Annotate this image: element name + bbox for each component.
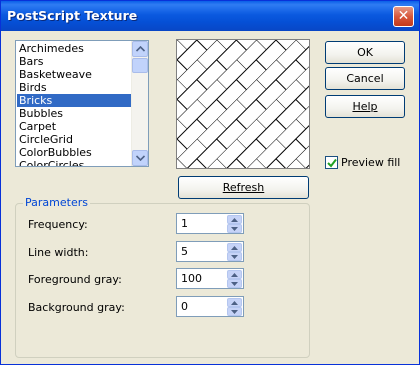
foreground-gray-down-button[interactable] <box>227 279 242 288</box>
spin-up-icon <box>231 246 238 250</box>
list-item[interactable]: Birds <box>17 81 131 94</box>
list-item[interactable]: ColorCircles <box>17 159 131 166</box>
help-button-label: Help <box>352 100 378 113</box>
line-width-spinner[interactable]: 5 <box>176 241 244 262</box>
line-width-label: Line width: <box>28 246 89 259</box>
close-icon: ✕ <box>397 8 410 24</box>
cancel-button-label: Cancel <box>346 72 384 85</box>
list-item[interactable]: Archimedes <box>17 42 131 55</box>
line-width-down-button[interactable] <box>227 252 242 261</box>
help-button[interactable]: Help <box>325 95 405 118</box>
cancel-button[interactable]: Cancel <box>325 67 405 90</box>
bricks-pattern-preview <box>177 40 309 168</box>
scroll-thumb[interactable] <box>132 58 148 73</box>
list-item[interactable]: Bars <box>17 55 131 68</box>
spin-down-icon <box>231 282 238 286</box>
spin-down-icon <box>231 227 238 231</box>
background-gray-value[interactable]: 0 <box>181 300 188 313</box>
ok-button[interactable]: OK <box>325 41 405 64</box>
scroll-up-button[interactable] <box>132 41 148 57</box>
ok-button-label: OK <box>357 46 373 59</box>
list-item[interactable]: CircleGrid <box>17 133 131 146</box>
background-gray-spinner[interactable]: 0 <box>176 296 244 317</box>
background-gray-down-button[interactable] <box>227 307 242 316</box>
foreground-gray-spinner[interactable]: 100 <box>176 268 244 289</box>
dialog-title: PostScript Texture <box>7 8 138 23</box>
background-gray-label: Background gray: <box>28 301 125 314</box>
close-button[interactable]: ✕ <box>393 6 414 27</box>
chevron-up-icon <box>136 46 145 52</box>
frequency-value[interactable]: 1 <box>181 217 188 230</box>
checkmark-icon <box>327 158 337 168</box>
frequency-down-button[interactable] <box>227 224 242 233</box>
spin-down-icon <box>231 255 238 259</box>
chevron-down-icon <box>136 155 145 161</box>
postscript-texture-dialog: PostScript Texture ✕ Archimedes Bars Bas… <box>0 0 420 365</box>
title-bar[interactable]: PostScript Texture ✕ <box>1 1 419 31</box>
spin-up-icon <box>231 218 238 222</box>
list-item[interactable]: Basketweave <box>17 68 131 81</box>
list-item[interactable]: Carpet <box>17 120 131 133</box>
foreground-gray-label: Foreground gray: <box>28 273 122 286</box>
frequency-spinner[interactable]: 1 <box>176 213 244 234</box>
list-item-selected[interactable]: Bricks <box>17 94 131 107</box>
frequency-label: Frequency: <box>28 218 88 231</box>
texture-preview <box>176 39 310 169</box>
preview-fill-label[interactable]: Preview fill <box>341 156 400 169</box>
list-scrollbar[interactable] <box>131 41 148 166</box>
foreground-gray-up-button[interactable] <box>227 270 242 279</box>
refresh-button-label: Refresh <box>222 181 265 194</box>
background-gray-up-button[interactable] <box>227 298 242 307</box>
spin-up-icon <box>231 301 238 305</box>
preview-fill-checkbox[interactable] <box>325 156 338 169</box>
line-width-value[interactable]: 5 <box>181 245 188 258</box>
refresh-button[interactable]: Refresh <box>178 176 309 199</box>
spin-up-icon <box>231 273 238 277</box>
list-item[interactable]: Bubbles <box>17 107 131 120</box>
list-item[interactable]: ColorBubbles <box>17 146 131 159</box>
foreground-gray-value[interactable]: 100 <box>181 272 202 285</box>
spin-down-icon <box>231 310 238 314</box>
line-width-up-button[interactable] <box>227 243 242 252</box>
scroll-down-button[interactable] <box>132 150 148 166</box>
frequency-up-button[interactable] <box>227 215 242 224</box>
texture-list[interactable]: Archimedes Bars Basketweave Birds Bricks… <box>15 40 149 167</box>
parameters-title: Parameters <box>23 196 90 209</box>
